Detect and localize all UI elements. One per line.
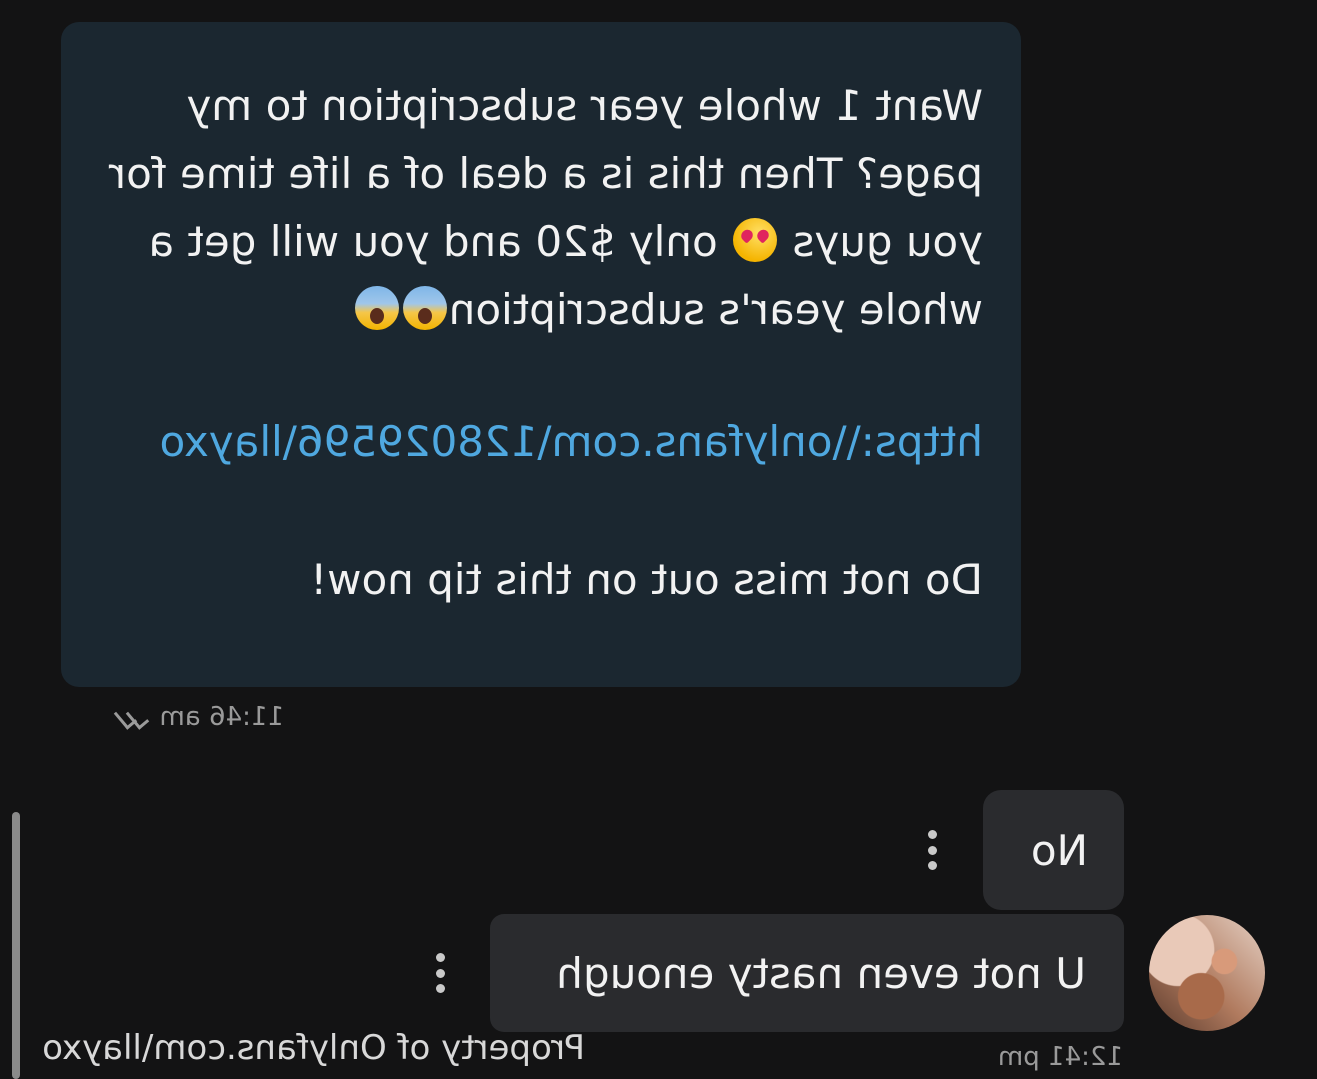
message-closing-text: Do not miss out on this tip now!	[310, 555, 983, 604]
screaming-face-emoji	[402, 286, 447, 330]
scrollbar[interactable]	[12, 812, 20, 1079]
screaming-face-emoji	[354, 286, 399, 330]
message-text: Want 1 whole year subscription to my pag…	[101, 72, 983, 344]
message-text: U not even nasty enough	[556, 948, 1086, 998]
message-link[interactable]: https:\\onlyfans.com\128029596\llayxo	[101, 408, 983, 476]
heart-eyes-emoji	[733, 218, 778, 262]
message-timestamp: 11:46 am	[159, 702, 284, 732]
message-text: No	[1030, 825, 1088, 875]
incoming-message-meta: 11:46 am	[112, 700, 284, 734]
message-options-icon[interactable]	[927, 830, 939, 870]
avatar[interactable]	[1149, 915, 1265, 1031]
watermark-text: Property of Onlyfans.com\llayxo	[42, 1028, 585, 1068]
outgoing-message-bubble[interactable]: U not even nasty enough	[490, 914, 1124, 1032]
message-options-icon[interactable]	[435, 953, 447, 993]
chat-screen: Want 1 whole year subscription to my pag…	[0, 0, 1317, 1079]
double-check-icon	[112, 707, 148, 727]
incoming-message-bubble[interactable]: Want 1 whole year subscription to my pag…	[61, 22, 1021, 687]
outgoing-message-bubble[interactable]: No	[983, 790, 1124, 910]
message-timestamp: 12:41 pm	[997, 1042, 1123, 1072]
